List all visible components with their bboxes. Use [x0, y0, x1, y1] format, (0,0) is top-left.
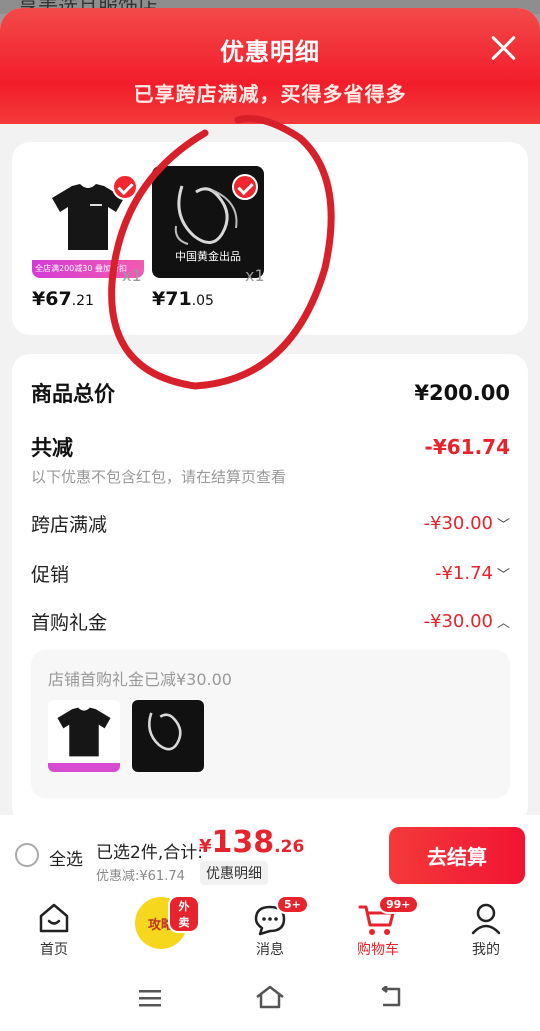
tab-label: 消息 — [256, 942, 284, 958]
home-icon — [39, 903, 69, 933]
selected-count-text: 已选2件,合计: — [96, 843, 203, 863]
select-all-radio[interactable] — [15, 843, 39, 867]
tab-label: 首页 — [40, 942, 68, 958]
checkout-bar: 全选 已选2件,合计: ¥138.26 优惠减:¥61.74 优惠明细 去结算 — [0, 815, 540, 893]
tab-cart[interactable]: 99+ 购物车 — [338, 893, 419, 963]
tab-messages[interactable]: 5+ 消息 — [230, 893, 310, 963]
tab-profile[interactable]: 我的 — [446, 893, 526, 963]
saved-amount: 优惠减:¥61.74 — [96, 869, 185, 884]
menu-icon[interactable] — [138, 988, 162, 1008]
tab-guide[interactable]: 攻略 外卖 — [120, 893, 200, 963]
profile-icon — [471, 903, 501, 935]
cart-badge: 99+ — [378, 895, 419, 914]
guide-badge: 外卖 — [168, 895, 200, 933]
messages-badge: 5+ — [276, 895, 309, 914]
total-price: ¥138.26 — [199, 825, 305, 860]
discount-detail-tag[interactable]: 优惠明细 — [200, 861, 268, 885]
checkout-button[interactable]: 去结算 — [389, 827, 525, 884]
tab-label: 购物车 — [357, 942, 399, 958]
select-all-label[interactable]: 全选 — [49, 845, 83, 870]
tab-label: 我的 — [472, 942, 500, 958]
home-nav-icon[interactable] — [255, 985, 285, 1009]
discount-detail-sheet: 优惠明细 已享跨店满减，买得多省得多 全店满200减30 叠加折扣 ¥67.21… — [0, 8, 540, 1031]
back-icon[interactable] — [377, 986, 403, 1008]
tab-home[interactable]: 首页 — [14, 893, 94, 963]
system-navigation-bar — [0, 963, 540, 1031]
bottom-tab-bar: 首页 攻略 外卖 5+ 消息 99+ 购物车 我的 — [0, 893, 540, 963]
